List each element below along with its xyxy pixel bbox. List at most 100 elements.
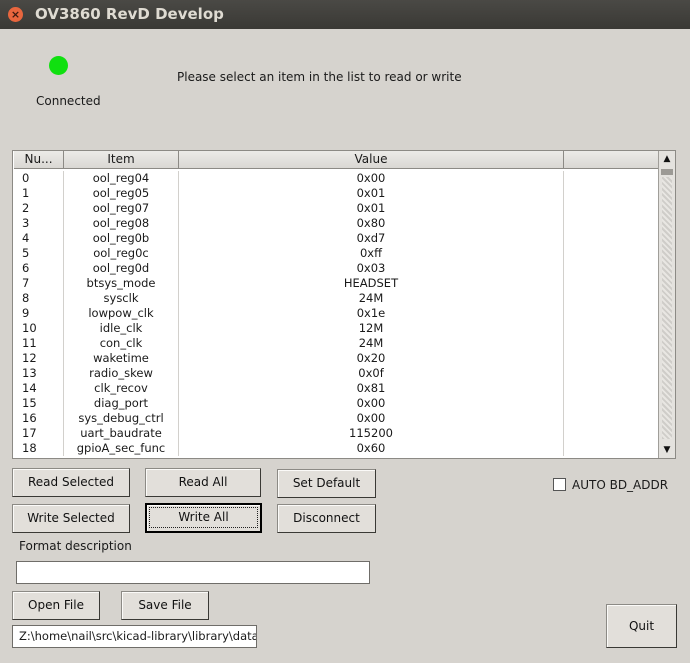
cell-extra [564,276,659,291]
cell-item: lowpow_clk [64,306,179,321]
cell-item: ool_reg0c [64,246,179,261]
cell-number: 14 [14,381,64,396]
connection-status-indicator [49,56,68,75]
cell-number: 7 [14,276,64,291]
cell-item: btsys_mode [64,276,179,291]
open-file-button[interactable]: Open File [12,591,100,620]
table-row[interactable]: 9 lowpow_clk 0x1e [14,306,659,321]
table-row[interactable]: 7 btsys_mode HEADSET [14,276,659,291]
table-row[interactable]: 14 clk_recov 0x81 [14,381,659,396]
cell-number: 5 [14,246,64,261]
cell-item: radio_skew [64,366,179,381]
auto-bd-addr-label[interactable]: AUTO BD_ADDR [572,478,668,492]
cell-item: idle_clk [64,321,179,336]
close-icon[interactable]: × [8,7,23,22]
table-row[interactable]: 5 ool_reg0c 0xff [14,246,659,261]
format-description-label: Format description [19,539,132,553]
cell-extra [564,201,659,216]
column-header-number[interactable]: Nu... [14,151,64,169]
cell-value: 115200 [179,426,564,441]
cell-value: 0x03 [179,261,564,276]
cell-number: 15 [14,396,64,411]
table-row[interactable]: 8 sysclk 24M [14,291,659,306]
instruction-text: Please select an item in the list to rea… [177,70,462,84]
cell-extra [564,231,659,246]
cell-extra [564,381,659,396]
window-title: OV3860 RevD Develop [35,5,224,23]
cell-value: 0x81 [179,381,564,396]
cell-item: uart_baudrate [64,426,179,441]
cell-number: 2 [14,201,64,216]
table-row[interactable]: 4 ool_reg0b 0xd7 [14,231,659,246]
table-row[interactable]: 15 diag_port 0x00 [14,396,659,411]
column-header-item[interactable]: Item [64,151,179,169]
vertical-scrollbar[interactable]: ▲ ▼ [658,151,675,458]
cell-value: 0x01 [179,186,564,201]
cell-number: 16 [14,411,64,426]
cell-item: waketime [64,351,179,366]
cell-number: 13 [14,366,64,381]
cell-value: 0xff [179,246,564,261]
cell-extra [564,171,659,186]
cell-extra [564,261,659,276]
table-row[interactable]: 13 radio_skew 0x0f [14,366,659,381]
cell-item: sysclk [64,291,179,306]
cell-value: 12M [179,321,564,336]
table-row[interactable]: 17 uart_baudrate 115200 [14,426,659,441]
scroll-down-icon[interactable]: ▼ [659,442,675,458]
write-all-button[interactable]: Write All [145,503,262,533]
cell-number: 3 [14,216,64,231]
read-all-button[interactable]: Read All [145,468,261,497]
cell-item: gpioA_sec_func [64,441,179,456]
file-path-field[interactable]: Z:\home\nail\src\kicad-library\library\d… [12,625,257,648]
auto-bd-addr-checkbox[interactable] [553,478,566,491]
column-header-value[interactable]: Value [179,151,564,169]
cell-number: 1 [14,186,64,201]
cell-number: 12 [14,351,64,366]
save-file-button[interactable]: Save File [121,591,209,620]
table-row[interactable]: 1 ool_reg05 0x01 [14,186,659,201]
cell-item: ool_reg0b [64,231,179,246]
table-row[interactable]: 2 ool_reg07 0x01 [14,201,659,216]
cell-number: 18 [14,441,64,456]
cell-extra [564,186,659,201]
column-header-empty[interactable] [564,151,659,169]
cell-item: sys_debug_ctrl [64,411,179,426]
read-selected-button[interactable]: Read Selected [12,468,130,497]
cell-number: 8 [14,291,64,306]
scroll-thumb[interactable] [661,169,673,175]
cell-value: 0x0f [179,366,564,381]
table-row[interactable]: 18 gpioA_sec_func 0x60 [14,441,659,456]
cell-number: 11 [14,336,64,351]
table-row[interactable]: 10 idle_clk 12M [14,321,659,336]
table-row[interactable]: 6 ool_reg0d 0x03 [14,261,659,276]
cell-item: ool_reg04 [64,171,179,186]
table-row[interactable]: 12 waketime 0x20 [14,351,659,366]
set-default-button[interactable]: Set Default [277,469,376,498]
cell-value: HEADSET [179,276,564,291]
table-row[interactable]: 3 ool_reg08 0x80 [14,216,659,231]
cell-value: 0x00 [179,396,564,411]
register-table[interactable]: Nu... Item Value 0 ool_reg04 0x00 1 ool_reg0… [12,150,676,459]
cell-number: 10 [14,321,64,336]
cell-item: ool_reg08 [64,216,179,231]
title-bar: × OV3860 RevD Develop [0,0,690,29]
disconnect-button[interactable]: Disconnect [277,504,376,533]
table-body: 0 ool_reg04 0x00 1 ool_reg05 0x01 2 ool_reg07 0x… [14,171,659,458]
table-row[interactable]: 0 ool_reg04 0x00 [14,171,659,186]
format-description-field[interactable] [16,561,370,584]
write-selected-button[interactable]: Write Selected [12,504,130,533]
scroll-track[interactable] [662,177,672,439]
cell-extra [564,396,659,411]
scroll-up-icon[interactable]: ▲ [659,151,675,167]
cell-extra [564,246,659,261]
cell-extra [564,321,659,336]
cell-number: 17 [14,426,64,441]
table-row[interactable]: 11 con_clk 24M [14,336,659,351]
cell-number: 9 [14,306,64,321]
cell-extra [564,336,659,351]
cell-extra [564,366,659,381]
cell-extra [564,411,659,426]
table-row[interactable]: 16 sys_debug_ctrl 0x00 [14,411,659,426]
quit-button[interactable]: Quit [606,604,677,648]
